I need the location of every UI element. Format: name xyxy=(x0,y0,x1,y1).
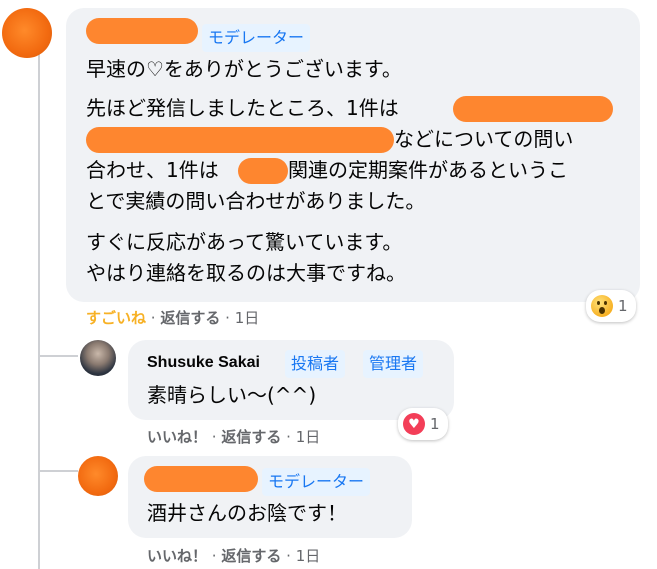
comment-text: とで実績の問い合わせがありました。 xyxy=(86,189,426,213)
separator: · xyxy=(286,547,291,565)
avatar[interactable] xyxy=(2,8,52,58)
avatar[interactable] xyxy=(80,340,116,376)
comment-text: 酒井さんのお陰です！ xyxy=(147,501,347,525)
separator: · xyxy=(211,547,217,565)
comment-text: 素晴らしい〜(^^) xyxy=(147,383,317,407)
comment-text: 合わせ、1件は xyxy=(86,158,219,182)
reply-connector xyxy=(38,470,78,472)
redacted-author-name[interactable] xyxy=(86,18,198,44)
author-badge: 投稿者 xyxy=(285,350,346,378)
admin-badge: 管理者 xyxy=(363,350,424,378)
comment-actions: いいね！ · 返信する · 1日 xyxy=(147,426,320,447)
comment-text: 関連の定期案件があるというこ xyxy=(288,158,568,182)
reaction-count: 1 xyxy=(618,297,628,315)
timestamp-link[interactable]: 1日 xyxy=(296,428,321,446)
comment-text: などについての問い xyxy=(394,127,574,151)
reply-connector xyxy=(38,355,78,357)
redacted-text xyxy=(453,96,613,122)
timestamp-link[interactable]: 1日 xyxy=(296,547,321,565)
moderator-badge: モデレーター xyxy=(202,24,311,52)
reaction-button[interactable]: すごいね xyxy=(86,309,146,327)
redacted-author-name[interactable] xyxy=(144,466,258,492)
like-button[interactable]: いいね！ xyxy=(147,547,207,565)
moderator-badge: モデレーター xyxy=(262,468,371,496)
separator: · xyxy=(211,428,217,446)
comment-actions: いいね！ · 返信する · 1日 xyxy=(147,545,320,566)
separator: · xyxy=(150,309,156,327)
reply-button[interactable]: 返信する xyxy=(221,547,281,565)
comment-text: 早速の♡をありがとうございます。 xyxy=(86,57,402,81)
reaction-summary[interactable]: 1 xyxy=(586,290,636,322)
thread-line xyxy=(38,44,40,569)
comment-actions: すごいね · 返信する · 1日 xyxy=(86,307,259,328)
comment-text: 先ほど発信しましたところ、1件は xyxy=(86,96,399,120)
love-emoji-icon: ♥ xyxy=(403,413,425,435)
wow-emoji-icon xyxy=(591,295,613,317)
separator: · xyxy=(286,428,291,446)
reply-button[interactable]: 返信する xyxy=(160,309,220,327)
comment-text: すぐに反応があって驚いています。 やはり連絡を取るのは大事ですね。 xyxy=(86,230,406,285)
separator: · xyxy=(225,309,230,327)
redacted-text xyxy=(86,127,394,153)
like-button[interactable]: いいね！ xyxy=(147,428,207,446)
redacted-text xyxy=(238,158,288,184)
avatar[interactable] xyxy=(78,456,118,496)
timestamp-link[interactable]: 1日 xyxy=(235,309,260,327)
reaction-count: 1 xyxy=(430,415,440,433)
author-name[interactable]: Shusuke Sakai xyxy=(147,354,260,372)
reaction-summary[interactable]: ♥ 1 xyxy=(398,408,448,440)
reply-button[interactable]: 返信する xyxy=(221,428,281,446)
